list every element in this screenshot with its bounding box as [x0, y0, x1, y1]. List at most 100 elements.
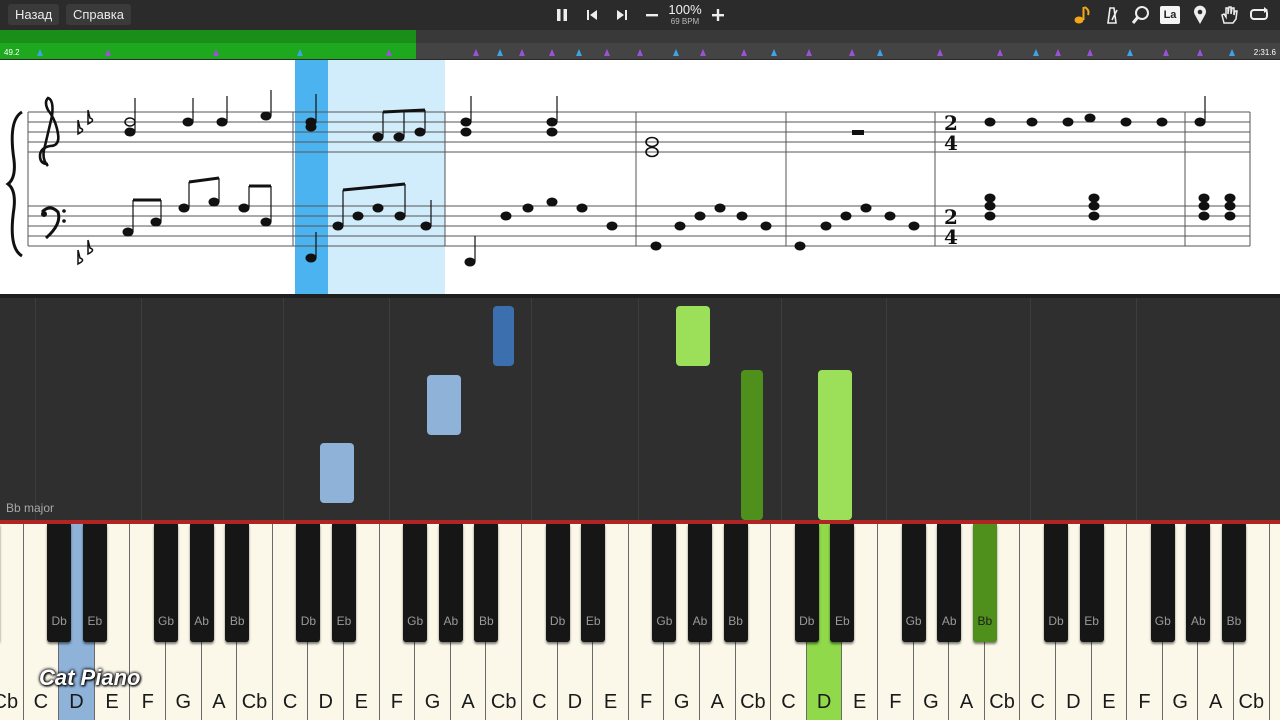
white-key-label: E	[1102, 691, 1116, 713]
hand-marker	[771, 49, 777, 56]
black-key[interactable]: Ab	[189, 524, 214, 642]
progress-end-time: 2:31.6	[1253, 48, 1276, 57]
channel-watermark: Cat Piano	[39, 665, 141, 690]
white-key-label: F	[889, 691, 902, 713]
black-key[interactable]: Gb	[652, 524, 677, 642]
keyboard-edge	[0, 520, 1280, 524]
la-icon[interactable]: La	[1159, 4, 1181, 26]
roll-gridline	[886, 298, 887, 520]
plus-icon[interactable]	[707, 4, 729, 26]
white-key-label: G	[424, 691, 441, 713]
metronome-icon[interactable]	[1101, 4, 1123, 26]
hand-marker	[297, 49, 303, 56]
black-key[interactable]: Eb	[332, 524, 356, 642]
previous-icon[interactable]	[581, 4, 603, 26]
white-key-label: A	[461, 691, 475, 713]
black-key[interactable]: Eb	[830, 524, 855, 642]
black-key[interactable]: Eb	[1079, 524, 1104, 642]
hand-marker	[549, 49, 555, 56]
hand-icon[interactable]	[1218, 4, 1240, 26]
falling-note-left-hand	[427, 375, 461, 435]
black-key[interactable]: Eb	[581, 524, 606, 642]
hand-marker	[637, 49, 643, 56]
roll-gridline	[638, 298, 639, 520]
note-icon[interactable]	[1071, 4, 1093, 26]
hand-marker	[386, 49, 392, 56]
pin-icon[interactable]	[1189, 4, 1211, 26]
black-key[interactable]: Bb	[225, 524, 250, 642]
minus-icon[interactable]	[641, 4, 663, 26]
falling-note-left-hand	[320, 443, 354, 503]
black-key[interactable]: Ab	[937, 524, 962, 642]
score-svg: 2 4 2 4	[5, 60, 1251, 294]
black-key-label: Eb	[835, 614, 850, 628]
black-key[interactable]: Db	[1044, 524, 1068, 642]
next-icon[interactable]	[611, 4, 633, 26]
white-key-label: D	[69, 691, 84, 713]
hand-marker	[1033, 49, 1039, 56]
black-key-label: Gb	[1154, 614, 1171, 628]
white-key[interactable]: Cb	[0, 524, 24, 720]
black-key[interactable]: Db	[545, 524, 570, 642]
white-key-label: E	[105, 691, 119, 713]
hand-marker	[497, 49, 503, 56]
black-key-label: Bb	[1226, 614, 1242, 628]
loop-icon[interactable]	[1248, 4, 1270, 26]
white-key-label: D	[1066, 691, 1081, 713]
white-key-label: G	[175, 691, 192, 713]
black-key[interactable]: Bb	[972, 524, 997, 642]
white-key-label: E	[853, 691, 867, 713]
black-key[interactable]: Eb	[82, 524, 107, 642]
grand-staff-brace	[5, 110, 23, 258]
black-key-label: Ab	[692, 614, 708, 628]
black-key[interactable]: Gb	[1150, 524, 1175, 642]
pause-icon[interactable]	[551, 4, 573, 26]
white-key-label: F	[639, 691, 653, 713]
treble-time-bottom: 4	[944, 131, 958, 155]
black-key[interactable]: Db	[296, 524, 321, 642]
hand-marker	[1197, 49, 1203, 56]
black-key[interactable]: Bb	[1222, 524, 1246, 642]
black-key[interactable]: Ab	[438, 524, 463, 642]
black-key-label: Gb	[157, 614, 174, 628]
hand-marker	[473, 49, 479, 56]
progress-start-time: 49.2	[4, 48, 20, 57]
hand-marker	[1127, 49, 1133, 56]
white-key-label: C	[781, 691, 796, 713]
black-key[interactable]: Gb	[403, 524, 428, 642]
la-label: La	[1160, 6, 1180, 24]
white-key-label: A	[710, 691, 724, 713]
white-key-label: Cb	[740, 691, 766, 713]
black-key-label: Gb	[905, 614, 922, 628]
black-key[interactable]: Bb	[723, 524, 748, 642]
white-key-label: A	[1209, 691, 1223, 713]
black-key[interactable]: Db	[794, 524, 819, 642]
white-key-label: D	[567, 691, 583, 713]
black-key[interactable]: Ab	[1186, 524, 1211, 642]
white-key-label: F	[1138, 691, 1151, 713]
back-button[interactable]: Назад	[8, 4, 60, 25]
white-key-label: D	[318, 691, 333, 713]
roll-gridline	[283, 298, 284, 520]
sheet-music[interactable]: 2 4 2 4	[0, 60, 1280, 294]
black-key[interactable]: Bb	[474, 524, 499, 642]
white-key[interactable]: C	[1269, 524, 1280, 720]
hand-marker	[673, 49, 679, 56]
black-key-label: Bb	[479, 614, 494, 628]
roll-gridline	[781, 298, 782, 520]
black-key[interactable]: Ab	[688, 524, 712, 642]
white-key-label: Cb	[989, 691, 1015, 713]
black-key[interactable]: Gb	[901, 524, 926, 642]
key-signature-label: Bb major	[6, 501, 55, 515]
white-key-label: C	[282, 691, 298, 713]
white-key-label: G	[1172, 691, 1188, 713]
bass-staff	[28, 205, 1250, 247]
white-key-label: C	[532, 691, 547, 713]
search-icon[interactable]	[1130, 4, 1152, 26]
piano-keyboard[interactable]: CbCDEFGACbCDEFGACbCDEFGACbCDEFGACbCDEFGA…	[0, 520, 1280, 720]
help-button[interactable]: Справка	[66, 4, 131, 25]
song-progress-bar[interactable]: 49.2 2:31.6	[0, 30, 1280, 59]
black-key[interactable]: Db	[47, 524, 72, 642]
black-key[interactable]: Gb	[154, 524, 178, 642]
key-signature-flats	[77, 109, 94, 266]
